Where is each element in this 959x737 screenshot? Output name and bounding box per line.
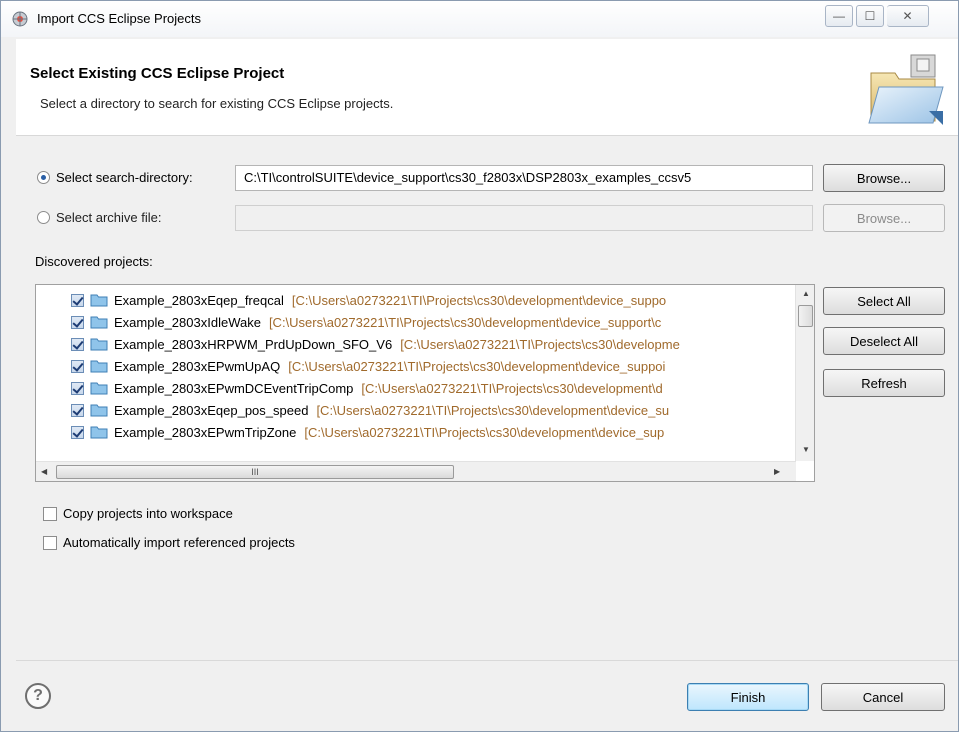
deselect-all-button[interactable]: Deselect All [823,327,945,355]
folder-icon [90,294,108,307]
copy-into-workspace-label: Copy projects into workspace [63,506,233,521]
project-path: [C:\Users\a0273221\TI\Projects\cs30\deve… [268,314,662,330]
project-path: [C:\Users\a0273221\TI\Projects\cs30\deve… [288,358,666,374]
folder-icon [90,426,108,439]
list-item[interactable]: Example_2803xEPwmUpAQ [C:\Users\a0273221… [36,355,796,377]
project-checkbox[interactable] [71,337,84,351]
horizontal-scrollbar[interactable]: ◀ III ▶ [36,461,796,481]
project-checkbox[interactable] [71,293,84,307]
project-path: [C:\Users\a0273221\TI\Projects\cs30\deve… [291,292,667,308]
scroll-left-icon[interactable]: ◀ [41,467,47,476]
folder-icon [90,338,108,351]
search-directory-field[interactable]: C:\TI\controlSUITE\device_support\cs30_f… [235,165,813,191]
scroll-down-icon[interactable]: ▼ [802,445,810,454]
browse-archive-button[interactable]: Browse... [823,204,945,232]
discovered-projects-label: Discovered projects: [35,254,153,269]
project-path: [C:\Users\a0273221\TI\Projects\cs30\deve… [400,336,680,352]
list-item[interactable]: Example_2803xEqep_freqcal [C:\Users\a027… [36,289,796,311]
list-item[interactable]: Example_2803xEPwmTripZone [C:\Users\a027… [36,421,796,443]
horizontal-scroll-thumb[interactable]: III [56,465,454,479]
project-checkbox[interactable] [71,315,84,329]
archive-file-field[interactable] [235,205,813,231]
vertical-scroll-thumb[interactable] [798,305,813,327]
project-path: [C:\Users\a0273221\TI\Projects\cs30\deve… [304,424,665,440]
project-path: [C:\Users\a0273221\TI\Projects\cs30\deve… [316,402,670,418]
folder-icon [90,316,108,329]
close-icon: ✕ [902,9,913,23]
project-name: Example_2803xEqep_pos_speed [114,402,309,418]
refresh-button[interactable]: Refresh [823,369,945,397]
footer-divider [16,660,958,661]
auto-import-label: Automatically import referenced projects [63,535,295,550]
project-list[interactable]: Example_2803xEqep_freqcal [C:\Users\a027… [35,284,815,482]
maximize-button[interactable]: ☐ [856,5,884,27]
help-icon[interactable]: ? [25,683,51,709]
browse-directory-button[interactable]: Browse... [823,164,945,192]
maximize-icon: ☐ [864,9,876,23]
project-checkbox[interactable] [71,425,84,439]
auto-import-checkbox[interactable] [43,536,57,550]
archive-file-label: Select archive file: [56,210,162,225]
scroll-up-icon[interactable]: ▲ [802,289,810,298]
project-checkbox[interactable] [71,403,84,417]
project-path: [C:\Users\a0273221\TI\Projects\cs30\deve… [361,380,663,396]
list-item[interactable]: Example_2803xHRPWM_PrdUpDown_SFO_V6 [C:\… [36,333,796,355]
project-name: Example_2803xHRPWM_PrdUpDown_SFO_V6 [114,336,393,352]
vertical-scrollbar[interactable]: ▲ ▼ [795,285,814,461]
copy-into-workspace-checkbox[interactable] [43,507,57,521]
project-name: Example_2803xEPwmTripZone [114,424,297,440]
project-name: Example_2803xIdleWake [114,314,261,330]
wizard-banner: Select Existing CCS Eclipse Project Sele… [16,39,958,136]
folder-icon [90,360,108,373]
page-title: Select Existing CCS Eclipse Project [30,65,285,82]
title-bar: Import CCS Eclipse Projects — ☐ ✕ [1,1,958,37]
select-all-button[interactable]: Select All [823,287,945,315]
close-button[interactable]: ✕ [887,5,929,27]
project-checkbox[interactable] [71,359,84,373]
import-dialog: Import CCS Eclipse Projects — ☐ ✕ Select… [0,0,959,732]
search-directory-label: Select search-directory: [56,170,193,185]
list-item[interactable]: Example_2803xEqep_pos_speed [C:\Users\a0… [36,399,796,421]
window-title: Import CCS Eclipse Projects [37,11,201,26]
import-folder-icon [868,54,944,125]
project-name: Example_2803xEPwmDCEventTripComp [114,380,354,396]
list-item[interactable]: Example_2803xIdleWake [C:\Users\a0273221… [36,311,796,333]
folder-icon [90,404,108,417]
search-directory-radio[interactable] [37,171,50,184]
scroll-right-icon[interactable]: ▶ [774,467,780,476]
project-name: Example_2803xEqep_freqcal [114,292,284,308]
project-name: Example_2803xEPwmUpAQ [114,358,281,374]
minimize-button[interactable]: — [825,5,853,27]
minimize-icon: — [833,9,845,23]
cancel-button[interactable]: Cancel [821,683,945,711]
list-item[interactable]: Example_2803xEPwmDCEventTripComp [C:\Use… [36,377,796,399]
finish-button[interactable]: Finish [687,683,809,711]
ccs-app-icon [12,11,28,27]
page-description: Select a directory to search for existin… [40,96,394,111]
folder-icon [90,382,108,395]
project-checkbox[interactable] [71,381,84,395]
archive-file-radio[interactable] [37,211,50,224]
